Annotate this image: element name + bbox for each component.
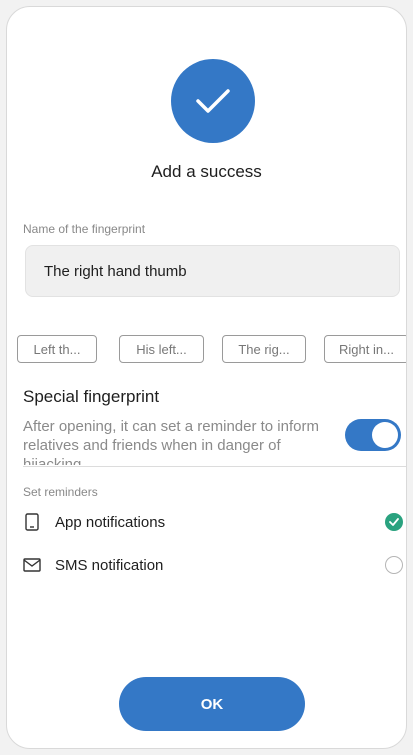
- chip-left-thumb[interactable]: Left th...: [17, 335, 97, 363]
- success-check-icon: [171, 59, 255, 143]
- reminder-option-sms[interactable]: SMS notification: [23, 550, 403, 580]
- special-fingerprint-description: After opening, it can set a reminder to …: [23, 418, 319, 465]
- chip-the-right[interactable]: The rig...: [222, 335, 306, 363]
- unselected-radio[interactable]: [385, 556, 403, 574]
- reminder-option-label: SMS notification: [55, 556, 164, 574]
- dialog-title: Add a success: [151, 162, 262, 181]
- name-field-label: Name of the fingerprint: [23, 222, 146, 236]
- ok-button[interactable]: OK: [119, 677, 305, 731]
- chip-right-index[interactable]: Right in...: [324, 335, 406, 363]
- mail-icon: [23, 556, 41, 574]
- special-fingerprint-title: Special fingerprint: [23, 387, 160, 406]
- phone-icon: [23, 513, 41, 531]
- reminder-option-label: App notifications: [55, 513, 166, 531]
- divider: [23, 466, 406, 467]
- toggle-knob: [372, 422, 398, 448]
- set-reminders-label: Set reminders: [23, 485, 98, 499]
- fingerprint-name-input[interactable]: [25, 245, 400, 297]
- special-fingerprint-toggle[interactable]: [345, 419, 401, 451]
- dialog-sheet: Add a success Name of the fingerprint Le…: [6, 6, 407, 749]
- reminder-option-app[interactable]: App notifications: [23, 507, 403, 537]
- chip-his-left[interactable]: His left...: [119, 335, 204, 363]
- selected-check-icon[interactable]: [385, 513, 403, 531]
